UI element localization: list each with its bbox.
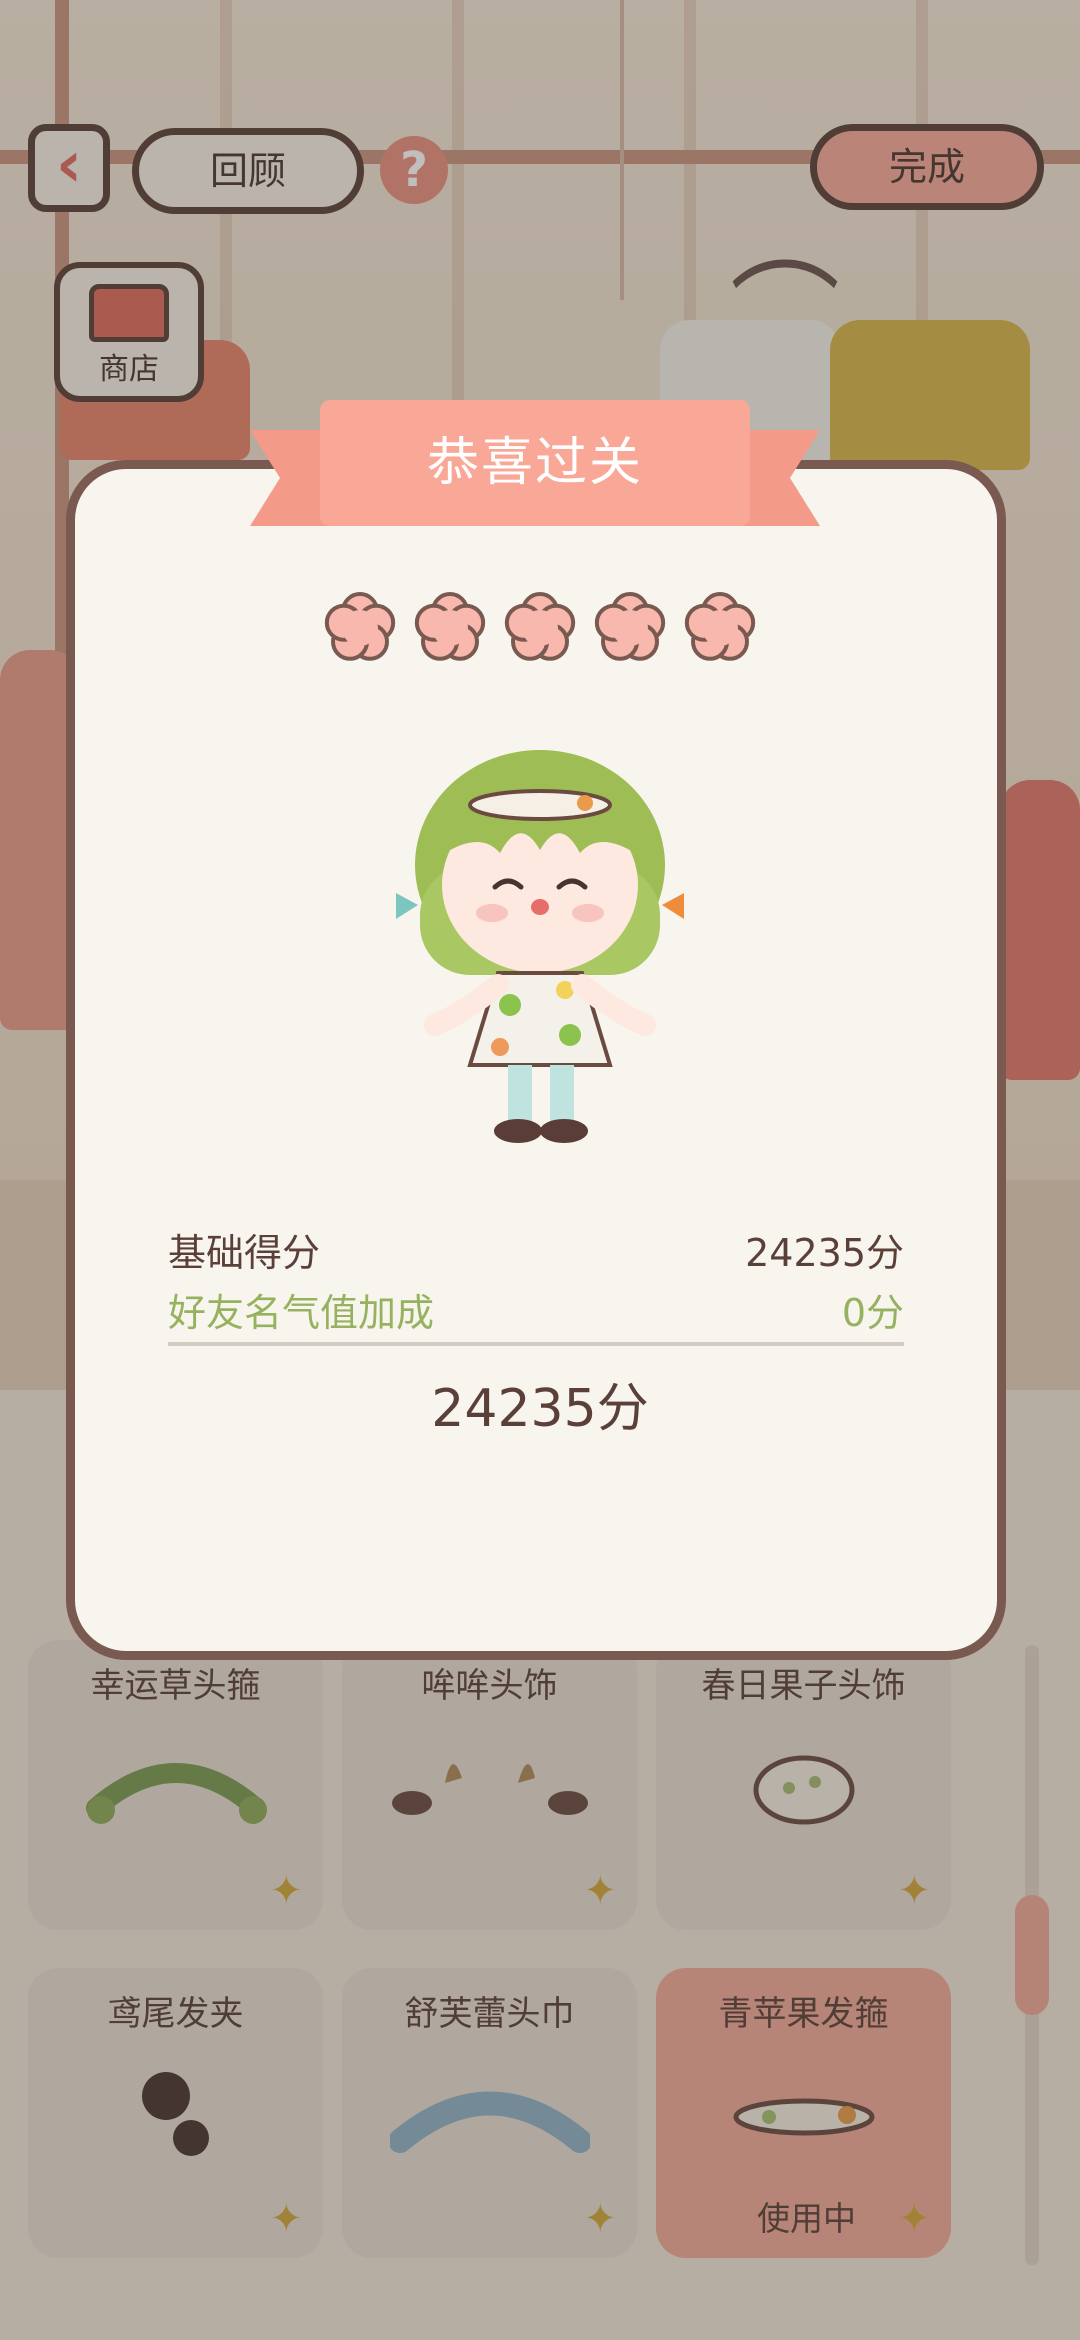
base-score-label: 基础得分 xyxy=(168,1231,321,1275)
star-rating xyxy=(0,590,1080,670)
dialog-title: 恭喜过关 xyxy=(426,433,643,493)
star-icon xyxy=(502,590,578,666)
star-icon xyxy=(412,590,488,666)
dressed-character-image xyxy=(380,735,700,1155)
title-ribbon: 恭喜过关 xyxy=(250,400,820,530)
star-icon xyxy=(322,590,398,666)
bonus-score-label: 好友名气值加成 xyxy=(168,1291,435,1335)
base-score-value: 24235分 xyxy=(745,1231,904,1275)
score-divider xyxy=(168,1342,904,1346)
total-score: 24235分 xyxy=(431,1379,649,1439)
star-icon xyxy=(592,590,668,666)
star-icon xyxy=(682,590,758,666)
bonus-score-value: 0分 xyxy=(841,1291,904,1335)
